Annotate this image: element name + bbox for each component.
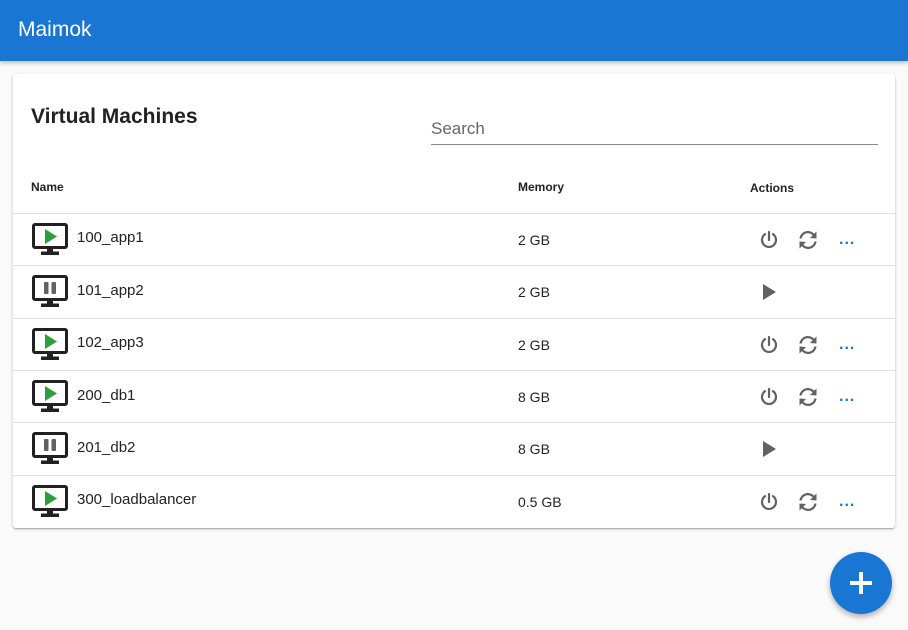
- vm-name: 101_app2: [77, 282, 144, 299]
- power-icon: [760, 387, 778, 405]
- monitor-icon: [32, 223, 68, 255]
- page-title: Virtual Machines: [31, 105, 198, 128]
- monitor-icon: [32, 380, 68, 412]
- table-row[interactable]: 200_db1 8 GB...: [13, 370, 895, 423]
- shutdown-button[interactable]: [756, 384, 782, 410]
- vm-memory: 8 GB: [518, 441, 550, 457]
- restart-button[interactable]: [795, 384, 821, 410]
- vm-memory: 2 GB: [518, 284, 550, 300]
- vm-list-card: Virtual Machines Name Memory Actions 100…: [13, 74, 895, 528]
- monitor-icon: [32, 485, 68, 517]
- app-title: Maimok: [18, 18, 92, 41]
- more-actions-button[interactable]: ...: [839, 232, 855, 248]
- table-row[interactable]: 102_app3 2 GB...: [13, 318, 895, 371]
- vm-name: 200_db1: [77, 387, 136, 404]
- play-icon: [763, 441, 776, 457]
- vm-name: 102_app3: [77, 334, 144, 351]
- vm-name: 100_app1: [77, 229, 144, 246]
- vm-memory: 0.5 GB: [518, 494, 562, 510]
- more-actions-button[interactable]: ...: [839, 389, 855, 405]
- monitor-icon: [32, 275, 68, 307]
- refresh-icon: [799, 336, 817, 354]
- table-row[interactable]: 100_app1 2 GB...: [13, 213, 895, 266]
- shutdown-button[interactable]: [756, 489, 782, 515]
- vm-memory: 8 GB: [518, 389, 550, 405]
- column-header-actions: Actions: [750, 181, 795, 195]
- more-actions-button[interactable]: ...: [839, 494, 855, 510]
- start-button[interactable]: [756, 279, 782, 305]
- shutdown-button[interactable]: [756, 332, 782, 358]
- plus-icon: [850, 572, 872, 594]
- table-row[interactable]: 300_loadbalancer 0.5 GB...: [13, 475, 895, 528]
- refresh-icon: [799, 231, 817, 249]
- vm-name: 300_loadbalancer: [77, 491, 197, 508]
- power-icon: [760, 492, 778, 510]
- monitor-icon: [32, 432, 68, 464]
- refresh-icon: [799, 388, 817, 406]
- restart-button[interactable]: [795, 332, 821, 358]
- vm-memory: 2 GB: [518, 337, 550, 353]
- table-row[interactable]: 101_app2 2 GB: [13, 265, 895, 318]
- vm-memory: 2 GB: [518, 232, 550, 248]
- monitor-icon: [32, 328, 68, 360]
- search-input[interactable]: [431, 114, 878, 145]
- power-icon: [760, 335, 778, 353]
- more-actions-button[interactable]: ...: [839, 337, 855, 353]
- vm-name: 201_db2: [77, 439, 136, 456]
- play-icon: [763, 284, 776, 300]
- refresh-icon: [799, 493, 817, 511]
- start-button[interactable]: [756, 436, 782, 462]
- column-header-name[interactable]: Name: [31, 180, 64, 194]
- table-row[interactable]: 201_db2 8 GB: [13, 422, 895, 475]
- shutdown-button[interactable]: [756, 227, 782, 253]
- column-header-memory[interactable]: Memory: [518, 180, 564, 194]
- add-vm-button[interactable]: [830, 552, 892, 614]
- restart-button[interactable]: [795, 227, 821, 253]
- power-icon: [760, 230, 778, 248]
- app-bar: Maimok: [0, 0, 908, 61]
- restart-button[interactable]: [795, 489, 821, 515]
